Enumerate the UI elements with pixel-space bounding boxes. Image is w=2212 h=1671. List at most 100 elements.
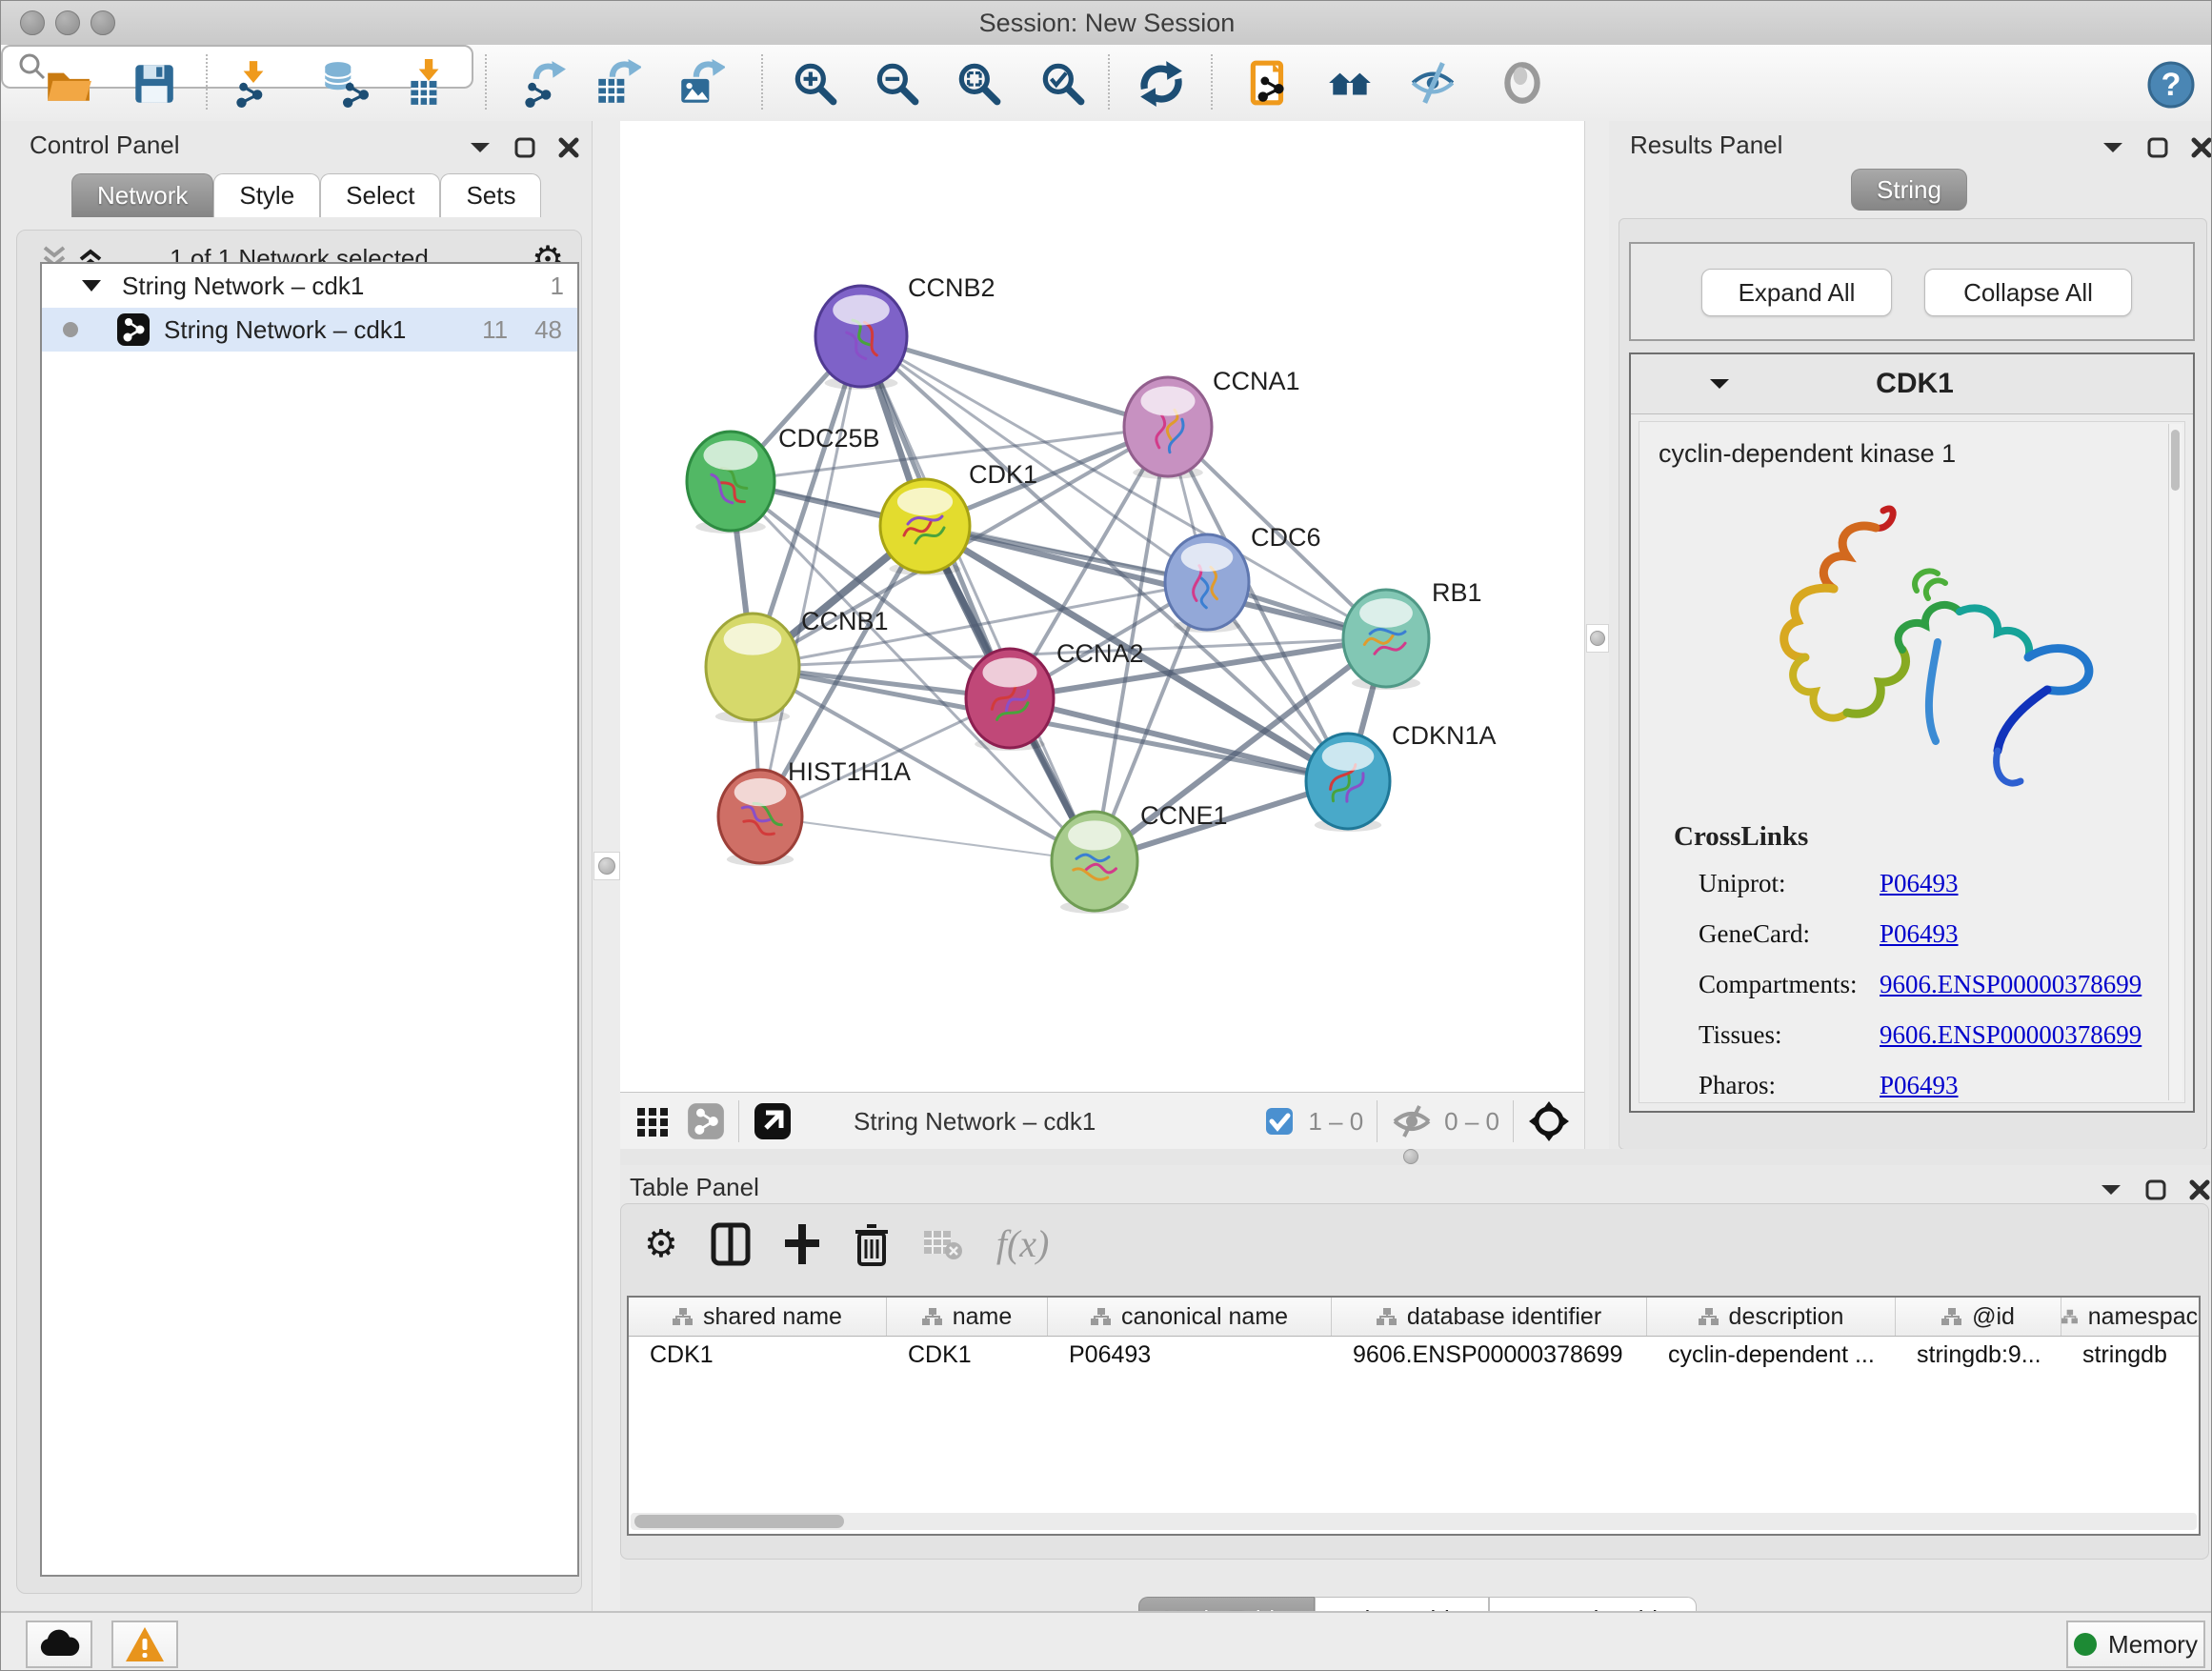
delete-table-icon <box>922 1227 964 1261</box>
show-columns-icon[interactable] <box>711 1222 751 1266</box>
table-cell[interactable]: CDK1 <box>887 1336 1048 1374</box>
left-splitter[interactable] <box>592 121 622 1611</box>
export-network-button[interactable] <box>517 58 567 108</box>
node-label-CDK1: CDK1 <box>969 460 1037 489</box>
nav-separator <box>1513 1100 1514 1142</box>
panel-close-icon[interactable] <box>557 136 580 159</box>
table-cell[interactable]: P06493 <box>1048 1336 1332 1374</box>
network-edge-count: 48 <box>534 315 562 345</box>
panel-maximize-icon[interactable] <box>2146 136 2169 159</box>
table-cell[interactable]: CDK1 <box>629 1336 887 1374</box>
panel-float-icon[interactable] <box>468 138 493 157</box>
table-hscrollbar-track[interactable] <box>631 1513 2197 1530</box>
fit-selected-crosshair-icon[interactable] <box>1527 1099 1571 1143</box>
network-node-CCNB2[interactable]: CCNB2 <box>815 273 995 390</box>
gene-collapse-icon[interactable] <box>1707 374 1732 393</box>
table-cell[interactable]: stringdb <box>2061 1336 2201 1374</box>
network-node-CDC25B[interactable]: CDC25B <box>687 424 880 534</box>
panel-float-icon[interactable] <box>2101 138 2125 157</box>
tab-sets[interactable]: Sets <box>440 173 541 217</box>
delete-column-trash-icon[interactable] <box>854 1222 890 1266</box>
crosslink-link[interactable]: P06493 <box>1880 919 1959 949</box>
collection-expand-icon[interactable] <box>80 277 103 294</box>
string-view-icon[interactable] <box>687 1102 725 1140</box>
zoom-in-button[interactable] <box>790 58 839 108</box>
panel-maximize-icon[interactable] <box>513 136 536 159</box>
open-session-button[interactable] <box>43 58 92 108</box>
column-header-canonical-name[interactable]: canonical name <box>1048 1298 1332 1336</box>
zoom-out-button[interactable] <box>872 58 921 108</box>
network-edge-CCNB2-CCNA1[interactable] <box>861 336 1168 427</box>
table-row[interactable]: CDK1CDK1P064939606.ENSP00000378699cyclin… <box>629 1336 2201 1374</box>
help-button[interactable]: ? <box>2146 60 2196 110</box>
crosslink-link[interactable]: P06493 <box>1880 869 1959 898</box>
selected-checkbox[interactable] <box>1264 1106 1295 1137</box>
zoom-selected-button[interactable] <box>1037 58 1087 108</box>
hidden-eye-icon[interactable] <box>1391 1104 1433 1138</box>
network-node-CDKN1A[interactable]: CDKN1A <box>1306 721 1497 832</box>
horizontal-splitter-handle[interactable] <box>1403 1149 1418 1164</box>
table-cell[interactable]: stringdb:9... <box>1896 1336 2061 1374</box>
node-table[interactable]: shared namenamecanonical namedatabase id… <box>627 1296 2201 1536</box>
network-edge-CCNB2-HIST1H1A[interactable] <box>760 336 861 816</box>
column-header-namespace[interactable]: namespace <box>2061 1298 2201 1336</box>
tab-select[interactable]: Select <box>320 173 440 217</box>
selected-counts: 1 – 0 <box>1308 1107 1363 1137</box>
import-table-button[interactable] <box>402 58 452 108</box>
string-homes-button[interactable] <box>1326 58 1376 108</box>
network-node-HIST1H1A[interactable]: HIST1H1A <box>718 757 911 866</box>
results-scrollbar[interactable] <box>2168 424 2182 1100</box>
memory-button[interactable]: Memory <box>2066 1621 2205 1668</box>
panel-float-icon[interactable] <box>2099 1180 2123 1199</box>
enhanced-graphics-button[interactable] <box>1498 58 1547 108</box>
network-node-CCNA1[interactable]: CCNA1 <box>1124 367 1300 479</box>
right-splitter-handle[interactable] <box>1590 631 1605 646</box>
table-hscrollbar-thumb[interactable] <box>634 1515 844 1528</box>
horizontal-splitter[interactable] <box>620 1149 2212 1165</box>
export-image-button[interactable] <box>675 58 725 108</box>
column-header-name[interactable]: name <box>887 1298 1048 1336</box>
save-session-button[interactable] <box>129 58 178 108</box>
cloud-status-button[interactable] <box>26 1621 92 1668</box>
zoom-fit-button[interactable] <box>954 58 1003 108</box>
column-header-@id[interactable]: @id <box>1896 1298 2061 1336</box>
export-table-button[interactable] <box>592 58 641 108</box>
table-cell[interactable]: 9606.ENSP00000378699 <box>1332 1336 1647 1374</box>
open-in-browser-icon[interactable] <box>753 1101 793 1141</box>
network-collection-row[interactable]: String Network – cdk1 1 <box>42 264 577 308</box>
panel-close-icon[interactable] <box>2190 136 2212 159</box>
column-header-shared-name[interactable]: shared name <box>629 1298 887 1336</box>
tab-string[interactable]: String <box>1851 169 1967 211</box>
expand-all-button[interactable]: Expand All <box>1701 269 1892 316</box>
string-document-button[interactable] <box>1244 58 1294 108</box>
crosslink-link[interactable]: 9606.ENSP00000378699 <box>1880 1020 2142 1050</box>
column-header-database-identifier[interactable]: database identifier <box>1332 1298 1647 1336</box>
crosslink-link[interactable]: 9606.ENSP00000378699 <box>1880 970 2142 999</box>
panel-maximize-icon[interactable] <box>2144 1178 2167 1201</box>
panel-close-icon[interactable] <box>2188 1178 2211 1201</box>
gene-header[interactable]: CDK1 <box>1631 354 2193 414</box>
results-scrollbar-thumb[interactable] <box>2171 430 2180 491</box>
right-splitter[interactable] <box>1584 121 1611 1152</box>
create-column-icon[interactable] <box>783 1222 821 1266</box>
collapse-all-button[interactable]: Collapse All <box>1924 269 2132 316</box>
import-database-button[interactable] <box>319 58 369 108</box>
column-header-description[interactable]: description <box>1647 1298 1896 1336</box>
birdseye-grid-icon[interactable] <box>633 1102 672 1140</box>
warnings-button[interactable] <box>111 1621 178 1668</box>
apply-layout-button[interactable] <box>1136 58 1185 108</box>
table-cell[interactable]: cyclin-dependent ... <box>1647 1336 1896 1374</box>
network-edge-CCNE1-HIST1H1A[interactable] <box>760 816 1095 861</box>
import-network-button[interactable] <box>229 58 278 108</box>
left-splitter-handle[interactable] <box>598 857 615 875</box>
network-node-CCNE1[interactable]: CCNE1 <box>1052 801 1228 914</box>
table-options-gear-icon[interactable]: ⚙ <box>644 1222 678 1266</box>
network-row[interactable]: String Network – cdk1 11 48 <box>42 308 577 352</box>
network-node-CCNB1[interactable]: CCNB1 <box>706 607 889 723</box>
network-canvas[interactable]: CDK1CCNB1CCNB2CCNA1CCNA2CCNE1CDC25BCDC6C… <box>620 121 1584 1092</box>
crosslink-link[interactable]: P06493 <box>1880 1071 1959 1100</box>
tab-network[interactable]: Network <box>71 173 213 217</box>
hide-glass-effect-button[interactable] <box>1408 58 1458 108</box>
network-node-RB1[interactable]: RB1 <box>1343 578 1482 690</box>
tab-style[interactable]: Style <box>213 173 320 217</box>
